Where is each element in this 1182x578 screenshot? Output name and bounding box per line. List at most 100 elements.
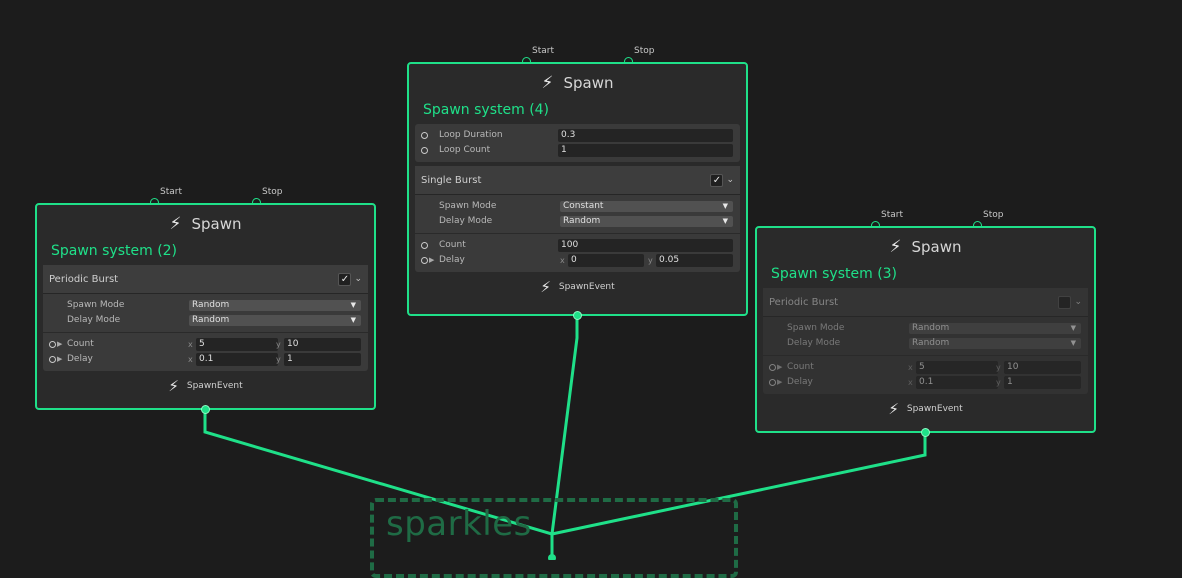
delay-mode-label: Delay Mode	[439, 216, 493, 226]
block-enabled-checkbox[interactable]: ✓	[338, 272, 352, 286]
loop-duration-field[interactable]: 0.3	[558, 129, 733, 142]
delay-label: Delay	[787, 377, 813, 387]
node-header[interactable]: ⚡ Spawn	[757, 228, 1094, 264]
spawn-system-4-node[interactable]: ⚡ Spawn Spawn system (4) Loop Duration 0…	[407, 62, 748, 316]
node-footer: ⚡ SpawnEvent	[757, 394, 1094, 424]
input-port-dot[interactable]	[49, 356, 56, 363]
spawn-mode-row: Spawn Mode Constant ▼	[415, 199, 740, 214]
dropdown-arrow-icon: ▼	[350, 301, 356, 309]
expand-triangle-icon[interactable]: ▶	[777, 378, 782, 386]
spawn-event-output-port[interactable]	[573, 311, 582, 320]
input-port-dot[interactable]	[421, 257, 428, 264]
delay-x-field[interactable]: 0.1	[916, 376, 998, 389]
delay-x-field[interactable]: 0	[568, 254, 644, 267]
spawn-mode-row: Spawn Mode Random ▼	[43, 298, 368, 313]
footer-label: SpawnEvent	[186, 381, 243, 391]
y-axis-label: y	[276, 355, 281, 364]
block-name: Periodic Burst	[769, 296, 839, 308]
lightning-bolt-icon: ⚡	[888, 399, 899, 418]
delay-mode-value: Random	[563, 216, 601, 226]
node-header[interactable]: ⚡ Spawn	[37, 205, 374, 241]
delay-mode-select[interactable]: Random ▼	[560, 216, 733, 227]
spawn-mode-value: Constant	[563, 201, 604, 211]
stop-port-label: Stop	[634, 46, 655, 56]
dropdown-arrow-icon: ▼	[722, 217, 728, 225]
delay-y-field[interactable]: 1	[1004, 376, 1081, 389]
chevron-down-icon[interactable]: ⌄	[1074, 297, 1082, 307]
chevron-down-icon[interactable]: ⌄	[354, 274, 362, 284]
loop-count-field[interactable]: 1	[558, 144, 733, 157]
spawn-system-3-node[interactable]: ⚡ Spawn Spawn system (3) Periodic Burst …	[755, 226, 1096, 433]
delay-mode-value: Random	[912, 338, 950, 348]
spawn-mode-select[interactable]: Random ▼	[189, 300, 361, 311]
count-y-field[interactable]: 10	[284, 338, 361, 351]
delay-mode-row: Delay Mode Random ▼	[763, 336, 1088, 351]
block-header[interactable]: Single Burst ✓ ⌄	[415, 166, 740, 195]
delay-y-field[interactable]: 1	[284, 353, 361, 366]
count-row: Count 100	[415, 238, 740, 253]
lightning-bolt-icon: ⚡	[540, 277, 551, 296]
node-footer: ⚡ SpawnEvent	[37, 371, 374, 401]
input-port-dot[interactable]	[49, 341, 56, 348]
start-port-label: Start	[532, 46, 554, 56]
node-header-label: Spawn	[191, 215, 242, 233]
delay-y-field[interactable]: 0.05	[656, 254, 733, 267]
expand-triangle-icon[interactable]: ▶	[777, 363, 782, 371]
x-axis-label: x	[908, 363, 913, 372]
sparkles-group[interactable]: sparkles	[370, 498, 738, 578]
node-title[interactable]: Spawn system (2)	[37, 241, 374, 261]
input-port-dot[interactable]	[421, 132, 428, 139]
spawn-event-output-port[interactable]	[201, 405, 210, 414]
chevron-down-icon[interactable]: ⌄	[726, 175, 734, 185]
spawn-mode-label: Spawn Mode	[67, 300, 125, 310]
spawn-system-2-node[interactable]: ⚡ Spawn Spawn system (2) Periodic Burst …	[35, 203, 376, 410]
x-axis-label: x	[908, 378, 913, 387]
loop-duration-label: Loop Duration	[439, 130, 503, 140]
spawn-mode-value: Random	[912, 323, 950, 333]
single-burst-block[interactable]: Single Burst ✓ ⌄ Spawn Mode Constant ▼ D…	[415, 166, 740, 272]
block-enabled-checkbox[interactable]: ✓	[710, 173, 724, 187]
block-header[interactable]: Periodic Burst ⌄	[763, 288, 1088, 317]
dropdown-arrow-icon: ▼	[722, 202, 728, 210]
group-title[interactable]: sparkles	[386, 504, 532, 544]
loop-settings-block: Loop Duration 0.3 Loop Count 1	[415, 124, 740, 162]
spawn-mode-select[interactable]: Constant ▼	[560, 201, 733, 212]
start-port-label: Start	[160, 187, 182, 197]
settings-rows: Spawn Mode Random ▼ Delay Mode Random ▼	[43, 294, 368, 333]
block-header[interactable]: Periodic Burst ✓ ⌄	[43, 265, 368, 294]
count-x-field[interactable]: 5	[196, 338, 278, 351]
delay-label: Delay	[67, 354, 93, 364]
delay-mode-select[interactable]: Random ▼	[909, 338, 1081, 349]
delay-x-field[interactable]: 0.1	[196, 353, 278, 366]
value-rows: Count 100 ▶ Delay x 0 y 0.05	[415, 234, 740, 272]
count-label: Count	[439, 240, 466, 250]
stop-port-label: Stop	[983, 210, 1004, 220]
count-y-field[interactable]: 10	[1004, 361, 1081, 374]
periodic-burst-block[interactable]: Periodic Burst ✓ ⌄ Spawn Mode Random ▼ D…	[43, 265, 368, 371]
x-axis-label: x	[188, 355, 193, 364]
block-name: Periodic Burst	[49, 273, 119, 285]
spawn-mode-select[interactable]: Random ▼	[909, 323, 1081, 334]
input-port-dot[interactable]	[421, 242, 428, 249]
loop-count-row: Loop Count 1	[415, 143, 740, 158]
periodic-burst-block[interactable]: Periodic Burst ⌄ Spawn Mode Random ▼ Del…	[763, 288, 1088, 394]
node-title[interactable]: Spawn system (4)	[409, 100, 746, 120]
block-enabled-checkbox[interactable]	[1058, 295, 1072, 309]
delay-mode-row: Delay Mode Random ▼	[43, 313, 368, 328]
node-header[interactable]: ⚡ Spawn	[409, 64, 746, 100]
count-x-field[interactable]: 5	[916, 361, 998, 374]
node-title[interactable]: Spawn system (3)	[757, 264, 1094, 284]
spawn-mode-label: Spawn Mode	[439, 201, 497, 211]
expand-triangle-icon[interactable]: ▶	[57, 355, 62, 363]
input-port-dot[interactable]	[421, 147, 428, 154]
dropdown-arrow-icon: ▼	[1070, 339, 1076, 347]
loop-count-label: Loop Count	[439, 145, 491, 155]
delay-mode-select[interactable]: Random ▼	[189, 315, 361, 326]
y-axis-label: y	[996, 363, 1001, 372]
input-port-dot[interactable]	[769, 364, 776, 371]
input-port-dot[interactable]	[769, 379, 776, 386]
count-field[interactable]: 100	[558, 239, 733, 252]
spawn-event-output-port[interactable]	[921, 428, 930, 437]
expand-triangle-icon[interactable]: ▶	[57, 340, 62, 348]
expand-triangle-icon[interactable]: ▶	[429, 256, 434, 264]
